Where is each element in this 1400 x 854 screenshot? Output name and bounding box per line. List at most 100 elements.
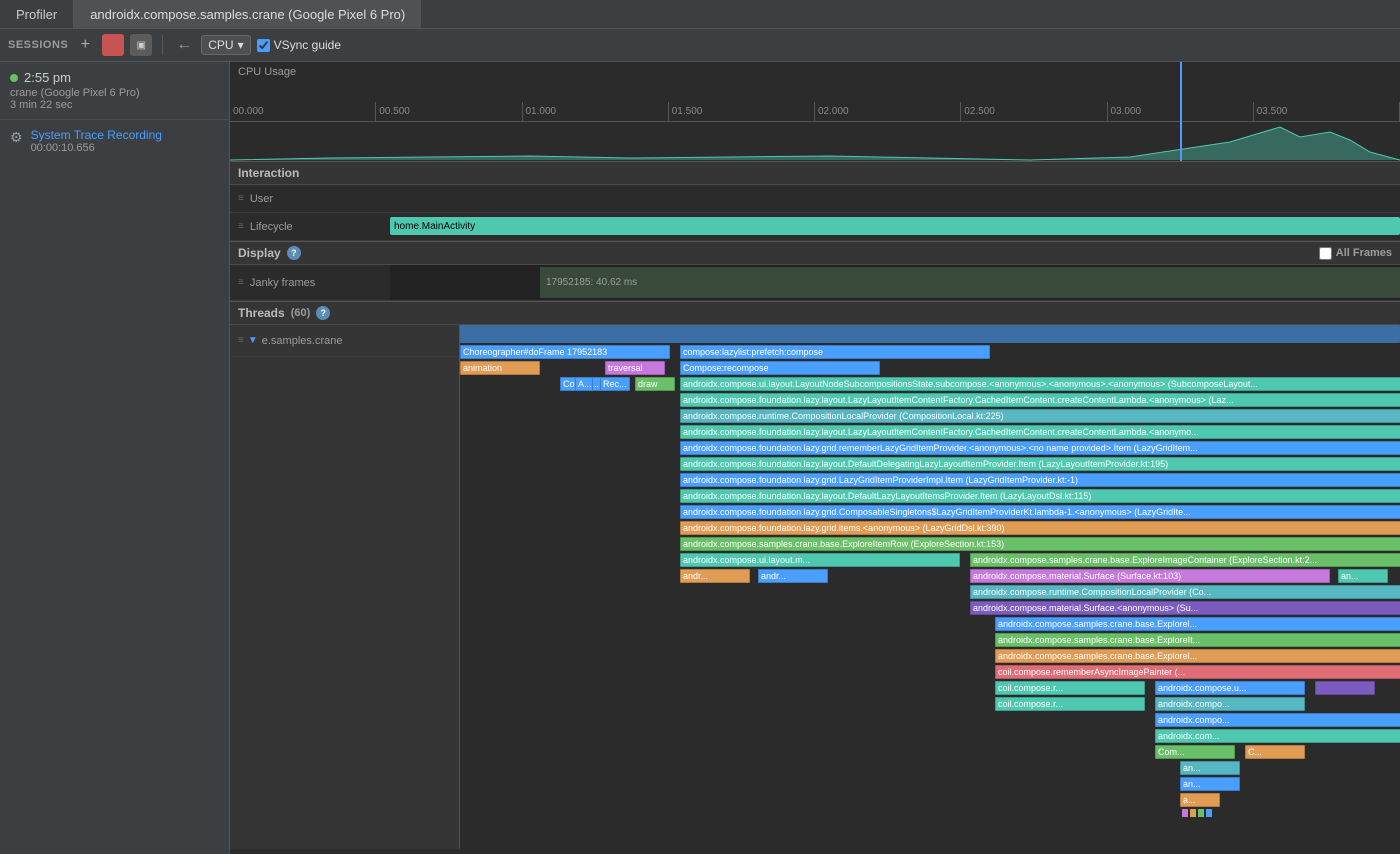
flame-block-compose-3[interactable]: androidx.compo... [1155, 713, 1400, 727]
session-item[interactable]: 2:55 pm crane (Google Pixel 6 Pro) 3 min… [0, 62, 229, 120]
tick-0: 00.000 [230, 102, 376, 121]
tick-5: 02.500 [961, 102, 1107, 121]
flame-block-explore-3[interactable]: androidx.compose.samples.crane.base.Expl… [995, 649, 1400, 663]
flame-block-lazy-grid-remember[interactable]: androidx.compose.foundation.lazy.grid.re… [680, 441, 1400, 455]
flame-block-compose-ui-layout-m[interactable]: androidx.compose.ui.layout.m... [680, 553, 960, 567]
all-frames-label: All Frames [1336, 247, 1392, 259]
recording-time: 00:00:10.656 [31, 142, 162, 154]
thread-hamburger: ≡ [238, 335, 244, 346]
flame-block-a[interactable]: A... [575, 377, 593, 391]
add-session-button[interactable]: + [74, 34, 96, 56]
flame-block-explore-2[interactable]: androidx.compose.samples.crane.base.Expl… [995, 633, 1400, 647]
flame-block-composition-local[interactable]: androidx.compose.runtime.CompositionLoca… [680, 409, 1400, 423]
main-layout: 2:55 pm crane (Google Pixel 6 Pro) 3 min… [0, 62, 1400, 854]
flame-block-an3[interactable]: an... [1180, 777, 1240, 791]
flame-block-animation[interactable]: animation [460, 361, 540, 375]
small-bar-4 [1206, 809, 1212, 817]
display-label: Display [238, 246, 281, 260]
small-bar-3 [1198, 809, 1204, 817]
flame-chart: Choreographer#doFrame 17952183 compose:l… [460, 325, 1400, 849]
small-bar-1 [1182, 809, 1188, 817]
content-area: CPU Usage 00.000 00.500 01.000 01.500 02… [230, 62, 1400, 854]
tab-title[interactable]: androidx.compose.samples.crane (Google P… [74, 0, 421, 28]
flame-block-choreographer[interactable]: Choreographer#doFrame 17952183 [460, 345, 670, 359]
flame-block-default-delegating[interactable]: androidx.compose.foundation.lazy.layout.… [680, 457, 1400, 471]
flame-block-compose-recompose[interactable]: Compose:recompose [680, 361, 880, 375]
toolbar: SESSIONS + ▣ ← CPU ▾ VSync guide [0, 29, 1400, 62]
flame-block-compose-u1[interactable]: androidx.compose.u... [1155, 681, 1305, 695]
tick-3: 01.500 [669, 102, 815, 121]
vsync-checkbox[interactable] [257, 39, 270, 52]
timeline-ruler: 00.000 00.500 01.000 01.500 02.000 02.50… [230, 102, 1400, 122]
hamburger-icon: ≡ [238, 193, 244, 204]
flame-block-explore-item-row[interactable]: androidx.compose.samples.crane.base.Expl… [680, 537, 1400, 551]
cpu-selector[interactable]: CPU ▾ [201, 35, 250, 55]
thread-name: e.samples.crane [262, 335, 343, 347]
back-button[interactable]: ← [173, 34, 195, 56]
flame-block-an2[interactable]: an... [1180, 761, 1240, 775]
flame-block-coil-async[interactable]: coil.compose.rememberAsyncImagePainter (… [995, 665, 1400, 679]
session-app: crane (Google Pixel 6 Pro) [10, 87, 219, 99]
tick-6: 03.000 [1108, 102, 1254, 121]
all-frames-checkbox[interactable] [1319, 247, 1332, 260]
recording-item[interactable]: ⚙ System Trace Recording 00:00:10.656 [0, 120, 229, 162]
flame-block-traversal[interactable]: traversal [605, 361, 665, 375]
flame-block-andr2[interactable]: andr... [758, 569, 828, 583]
flame-block-compose-2[interactable]: androidx.compo... [1155, 697, 1305, 711]
tick-1: 00.500 [376, 102, 522, 121]
flame-block-compose-ui-layout[interactable]: androidx.compose.ui.layout.LayoutNodeSub… [680, 377, 1400, 391]
lifecycle-track-content: home.MainActivity [390, 213, 1400, 240]
janky-track-content: 17952185: 40.62 ms [390, 265, 1400, 300]
interaction-section: Interaction ≡ User ≡ Lifecycle home.Main… [230, 162, 1400, 242]
activity-name: home.MainActivity [394, 221, 475, 232]
small-bar-2 [1190, 809, 1196, 817]
threads-header: Threads (60) ? [230, 302, 1400, 325]
flame-block-purple1[interactable] [1315, 681, 1375, 695]
flame-block-rec[interactable]: Rec... [600, 377, 630, 391]
threads-info-icon[interactable]: ? [316, 306, 330, 320]
flame-block-lazy-layout[interactable]: androidx.compose.foundation.lazy.layout.… [680, 393, 1400, 407]
thread-label-main: ≡ ▼ e.samples.crane [230, 325, 459, 357]
flame-block-c2[interactable]: C... [1245, 745, 1305, 759]
tick-7: 03.500 [1254, 102, 1400, 121]
flame-block-coil-r2[interactable]: coil.compose.r... [995, 697, 1145, 711]
interaction-header: Interaction [230, 162, 1400, 185]
flame-block-compose-lazylist[interactable]: compose:lazylist:prefetch:compose [680, 345, 990, 359]
janky-value: 17952185: 40.62 ms [546, 277, 637, 288]
flame-block-explore-image-container[interactable]: androidx.compose.samples.crane.base.Expl… [970, 553, 1400, 567]
flame-block-material-surface-anon[interactable]: androidx.compose.material.Surface.<anony… [970, 601, 1400, 615]
flame-block-draw[interactable]: draw [635, 377, 675, 391]
flame-block-an1[interactable]: an... [1338, 569, 1388, 583]
flame-block-default-lazy[interactable]: androidx.compose.foundation.lazy.layout.… [680, 489, 1400, 503]
stop-button[interactable] [102, 34, 124, 56]
flame-block-lazy-content-factory[interactable]: androidx.compose.foundation.lazy.layout.… [680, 425, 1400, 439]
flame-block-lazy-grid-impl[interactable]: androidx.compose.foundation.lazy.grid.La… [680, 473, 1400, 487]
vsync-text: VSync guide [274, 38, 341, 52]
cpu-label: CPU [208, 38, 233, 52]
info-icon[interactable]: ? [287, 246, 301, 260]
vsync-checkbox-label[interactable]: VSync guide [257, 38, 341, 52]
lifecycle-track-row: ≡ Lifecycle home.MainActivity [230, 213, 1400, 241]
flame-block-explore-1[interactable]: androidx.compose.samples.crane.base.Expl… [995, 617, 1400, 631]
cpu-usage-area: CPU Usage 00.000 00.500 01.000 01.500 02… [230, 62, 1400, 162]
thread-collapse-icon: ▼ [248, 335, 258, 346]
flame-block-coil-r1[interactable]: coil.compose.r... [995, 681, 1145, 695]
flame-block-andr1[interactable]: andr... [680, 569, 750, 583]
flame-block-com1[interactable]: Com... [1155, 745, 1235, 759]
flame-block-composition-local-2[interactable]: androidx.compose.runtime.CompositionLoca… [970, 585, 1400, 599]
thread-list: ≡ ▼ e.samples.crane Choreographer#doFram… [230, 325, 1400, 849]
hamburger-icon-2: ≡ [238, 221, 244, 232]
flame-block-compose-4[interactable]: androidx.com... [1155, 729, 1400, 743]
flame-block-composable-singletons[interactable]: androidx.compose.foundation.lazy.grid.Co… [680, 505, 1400, 519]
flame-block-a2[interactable]: a... [1180, 793, 1220, 807]
app-title: Profiler [0, 0, 74, 28]
sidebar: 2:55 pm crane (Google Pixel 6 Pro) 3 min… [0, 62, 230, 854]
flame-block-material-surface[interactable]: androidx.compose.material.Surface (Surfa… [970, 569, 1330, 583]
session-time: 2:55 pm [10, 70, 219, 85]
session-duration: 3 min 22 sec [10, 99, 219, 111]
online-indicator [10, 74, 18, 82]
flame-block-lazy-grid-dsl[interactable]: androidx.compose.foundation.lazy.grid.it… [680, 521, 1400, 535]
thread-flame-area: Choreographer#doFrame 17952183 compose:l… [460, 325, 1400, 849]
record-button[interactable]: ▣ [130, 34, 152, 56]
tick-4: 02.000 [815, 102, 961, 121]
